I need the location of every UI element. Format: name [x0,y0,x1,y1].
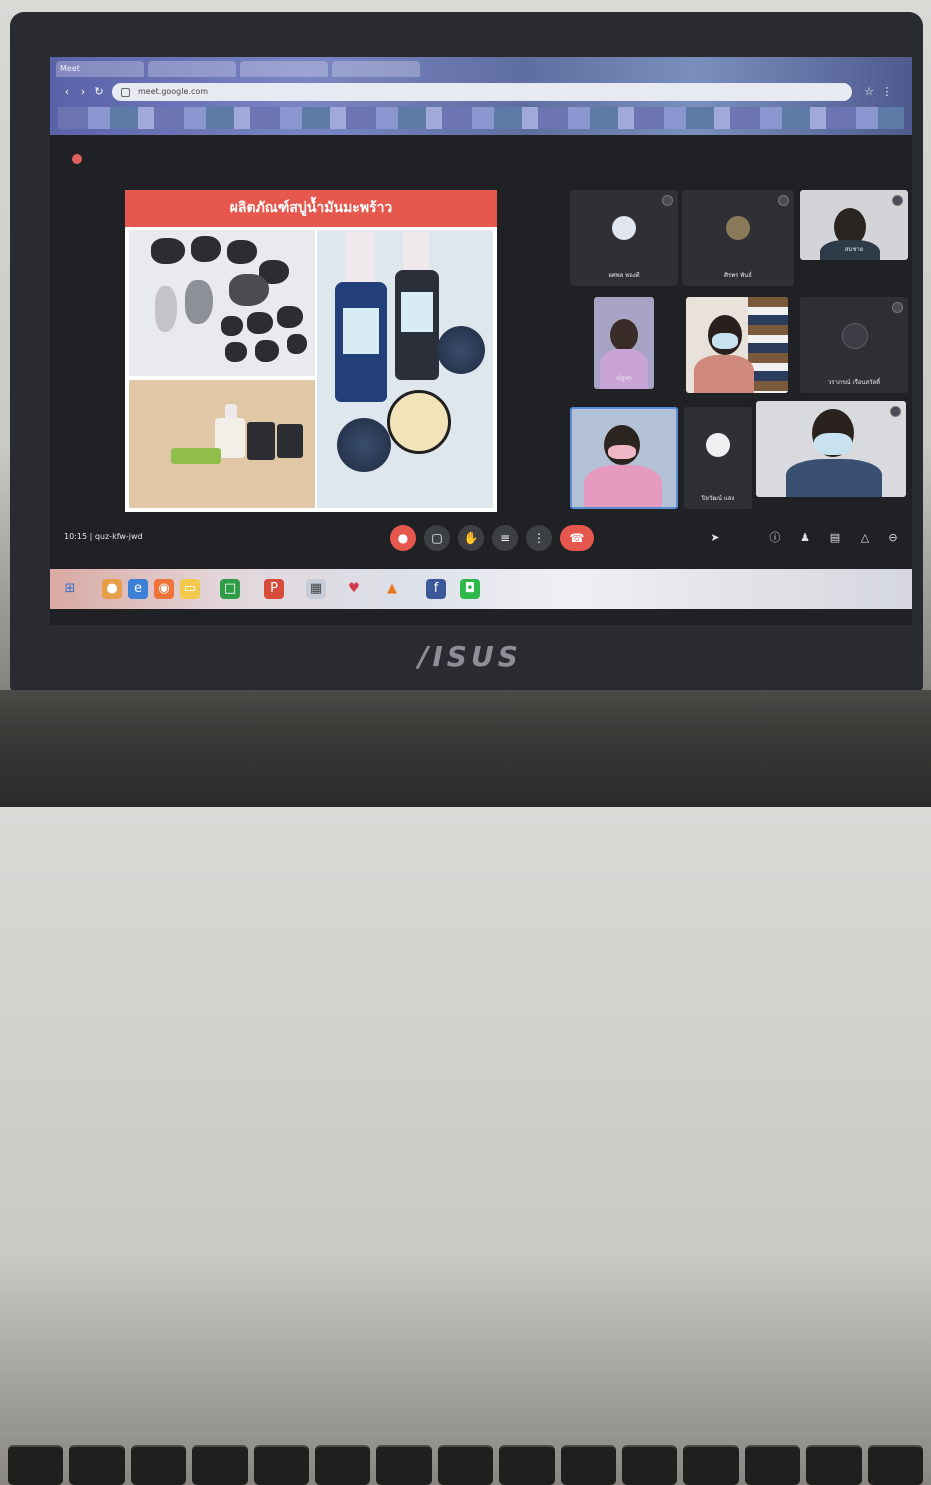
presentation-slide: ผลิตภัณฑ์สบู่น้ำมันมะพร้าว [125,190,497,512]
participant-tile[interactable]: ศิรพร พันธ์ [682,190,794,286]
participant-name: สมชาย [844,246,864,253]
camera-button[interactable]: ▢ [424,525,450,551]
facebook-icon[interactable]: f [426,579,446,599]
windows-taskbar: ⊞ ● e ◉ ▭ □ P ▦ ♥ ▲ f ◘ [50,569,912,609]
participant-name: ณัฐพร [615,375,633,382]
laptop-screen: Meet ‹ › ↻ meet.google.com ☆ ⋮ ผลิตภัณฑ์… [50,57,912,625]
browser-tab[interactable] [240,61,328,77]
lock-icon [121,88,130,97]
mic-muted-icon [892,302,903,313]
participant-avatar [726,216,750,240]
browser-tab[interactable] [332,61,420,77]
address-text: meet.google.com [138,87,209,96]
participant-avatar [842,323,868,349]
participant-video-tile[interactable] [570,407,678,509]
end-call-button[interactable]: ☎ [560,525,594,551]
participant-tile[interactable]: ยศพล ทองดี [570,190,678,286]
maps-icon[interactable]: ♥ [344,579,364,599]
browser-tab[interactable] [148,61,236,77]
participant-video-tile[interactable] [756,401,906,497]
firefox-icon[interactable]: ◉ [154,579,174,599]
edge-icon[interactable]: e [128,579,148,599]
line-app-icon[interactable]: ◘ [460,579,480,599]
participant-video-tile[interactable]: ณัฐพร [594,297,654,389]
soap-set-photo [129,380,315,508]
info-icon[interactable]: ⓘ [768,531,782,545]
mic-muted-icon [890,406,901,417]
participant-name: ยศพล ทองดี [608,272,640,279]
reload-icon[interactable]: ↻ [92,85,106,99]
keyboard-row [8,1445,924,1485]
people-icon[interactable]: ♟ [798,531,812,545]
security-icon[interactable]: ⊖ [886,531,900,545]
raise-hand-button[interactable]: ✋ [458,525,484,551]
pointer-icon: ➤ [710,531,720,544]
forward-icon[interactable]: › [76,85,90,99]
folder-icon[interactable]: ▭ [180,579,200,599]
windows-start-icon[interactable]: ⊞ [60,579,80,599]
back-icon[interactable]: ‹ [60,85,74,99]
address-bar[interactable]: meet.google.com [112,83,852,101]
participant-name: ศิรพร พันธ์ [724,272,752,279]
slide-title: ผลิตภัณฑ์สบู่น้ำมันมะพร้าว [125,190,497,227]
participant-tile[interactable]: ปิยวัฒน์ แสง [684,407,752,509]
participant-video-tile[interactable] [686,297,788,393]
participant-tile[interactable]: วราภรณ์ เรือนสวัสดิ์ [800,297,908,393]
laptop-base [0,690,931,1485]
vlc-icon[interactable]: ▲ [382,579,402,599]
participant-name: วราภรณ์ เรือนสวัสดิ์ [827,379,881,386]
presenting-icon [72,154,82,164]
menu-icon[interactable]: ⋮ [880,85,894,99]
meeting-time-code: 10:15 | quz-kfw-jwd [64,532,143,541]
chat-icon[interactable]: ▤ [828,531,842,545]
line-icon[interactable]: □ [220,579,240,599]
meeting-control-bar: 10:15 | quz-kfw-jwd ● ▢ ✋ ≡ ⋮ ☎ ➤ ⓘ ♟ ▤ … [50,517,912,561]
browser-tab[interactable]: Meet [56,61,144,77]
mic-muted-icon [892,195,903,206]
tab-strip: Meet [50,57,912,79]
laptop-brand-logo: /ISUS [418,640,522,673]
shampoo-bottles-photo [317,230,493,508]
captions-button[interactable]: ≡ [492,525,518,551]
meeting-header [72,151,90,167]
participant-avatar [612,216,636,240]
star-icon[interactable]: ☆ [862,85,876,99]
powerpoint-icon[interactable]: P [264,579,284,599]
browser-chrome: Meet ‹ › ↻ meet.google.com ☆ ⋮ [50,57,912,135]
mic-muted-icon [778,195,789,206]
activities-icon[interactable]: △ [858,531,872,545]
files-icon[interactable]: ▦ [306,579,326,599]
mic-off-button[interactable]: ● [390,525,416,551]
soap-bars-photo [129,230,315,376]
participant-name: ปิยวัฒน์ แสง [701,495,735,502]
present-button[interactable]: ⋮ [526,525,552,551]
mic-muted-icon [662,195,673,206]
chrome-icon[interactable]: ● [102,579,122,599]
participant-video-tile[interactable]: สมชาย [800,190,908,260]
participant-avatar [706,433,730,457]
bookmarks-bar [58,107,904,129]
